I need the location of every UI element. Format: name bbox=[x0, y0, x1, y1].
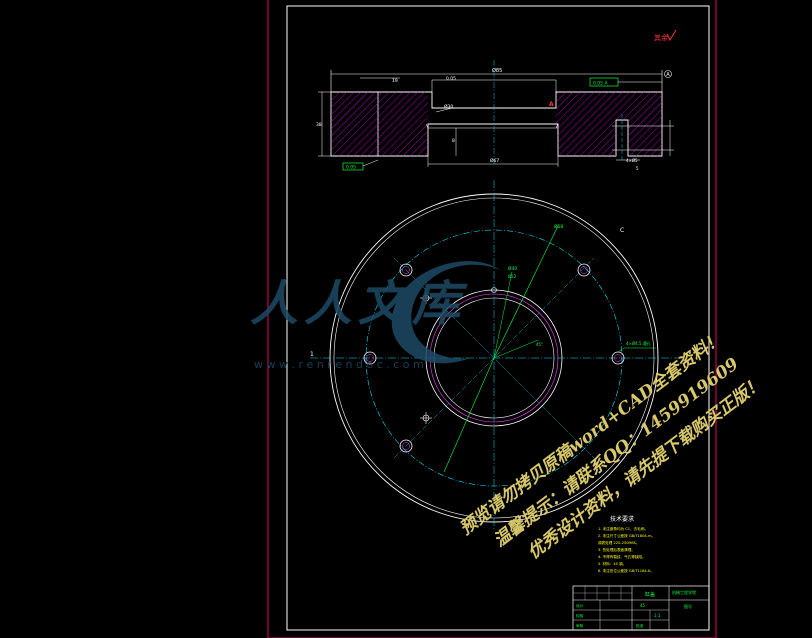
section-view: Ø85 0.05 0.05 A A 38 19 Ø30 A 8 Ø67 4×Ø5… bbox=[316, 60, 674, 171]
hatch-left bbox=[331, 92, 428, 156]
side-tag-right: C bbox=[620, 227, 624, 234]
logo-text: 人人文库 bbox=[250, 276, 468, 332]
hatch-right bbox=[556, 92, 662, 156]
title-material: 45 bbox=[640, 603, 646, 608]
tech-requirements-title: 技术要求 bbox=[610, 515, 634, 523]
lower-width-label: Ø67 bbox=[490, 157, 499, 164]
cad-drawing-canvas: 其余 Ø85 0.05 0.05 A A 38 19 Ø30 A 8 Ø67 4… bbox=[250, 0, 767, 638]
pcd-label: Ø40 bbox=[508, 265, 517, 272]
title-block: 缸盖 机械工程学院 图号 45 1:1 设计 校核 审核 批准 bbox=[572, 585, 710, 631]
tech-item-6: 5. 材料：45 钢。 bbox=[598, 561, 626, 566]
bolt-hole-2 bbox=[577, 263, 591, 277]
pin-marker-2 bbox=[420, 412, 432, 424]
tech-item-1: 1. 未注倒角均为 C1，去毛刺。 bbox=[598, 526, 648, 531]
bore-label: Ø30 bbox=[444, 103, 453, 110]
hole-label: 4×Ø5 bbox=[626, 158, 638, 163]
title-drawing-no: 图号 bbox=[684, 603, 692, 609]
tech-item-4: 3. 热处理后表面清理。 bbox=[598, 547, 635, 552]
hole-callout: 4×Ø4.5 通孔 bbox=[626, 340, 651, 346]
top-tolerance-label: 0.05 bbox=[446, 76, 456, 82]
left-height-label: 38 bbox=[316, 122, 322, 128]
roughness-symbol-icon bbox=[666, 29, 677, 42]
angle-label: 45° bbox=[536, 342, 543, 347]
top-tolerance-frame-text: 0.05 A bbox=[593, 81, 608, 87]
tech-item-3: 调质处理 220-250HBS。 bbox=[598, 540, 640, 545]
title-school: 机械工程学院 bbox=[672, 589, 696, 595]
left-dim-label: 19 bbox=[392, 78, 398, 84]
overall-width-label: Ø85 bbox=[492, 67, 502, 74]
datum-label: A bbox=[666, 72, 670, 78]
tech-item-5: 4. 不得有裂纹、气孔等缺陷。 bbox=[598, 554, 646, 559]
title-part-name: 缸盖 bbox=[645, 591, 655, 598]
center-label: Ø22 bbox=[508, 274, 517, 279]
section-mark: A bbox=[549, 101, 554, 108]
title-row-4: 批准 bbox=[636, 623, 644, 628]
tech-requirements: 技术要求 1. 未注倒角均为 C1，去毛刺。 2. 未注尺寸公差按 GB/T18… bbox=[598, 515, 655, 573]
plan-diameter-label: Ø58 bbox=[554, 223, 563, 230]
logo-url: w w w . r e n r e n d o c . c o m bbox=[254, 358, 424, 371]
small-label: 5 bbox=[636, 166, 639, 171]
inner-depth-label: 8 bbox=[452, 138, 455, 144]
tech-item-2: 2. 未注尺寸公差按 GB/T1804-m。 bbox=[598, 533, 655, 538]
side-tag-left: 1 bbox=[310, 351, 314, 358]
bottom-tolerance-frame-text: 0.05 bbox=[346, 165, 356, 171]
roughness-mark: 其余 bbox=[654, 33, 668, 42]
title-scale: 1:1 bbox=[654, 613, 661, 618]
title-row-3: 审核 bbox=[576, 623, 584, 628]
tech-item-7: 6. 未注形位公差按 GB/T1184-K。 bbox=[598, 568, 654, 573]
title-row-2: 校核 bbox=[576, 613, 584, 618]
title-row-1: 设计 bbox=[576, 603, 584, 608]
